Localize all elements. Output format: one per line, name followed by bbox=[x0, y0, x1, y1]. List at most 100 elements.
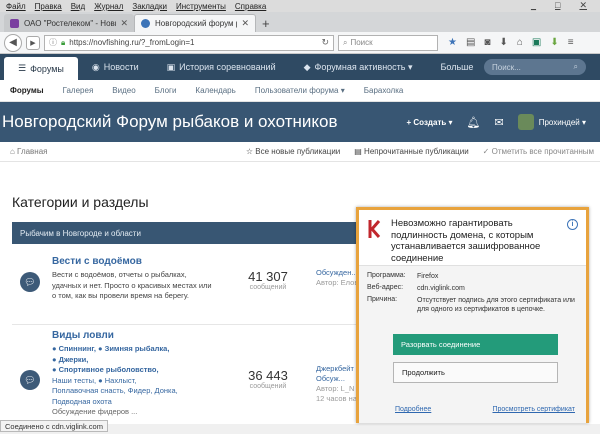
close-tab-icon[interactable]: ✕ bbox=[241, 18, 249, 29]
tab-novfishing[interactable]: Новгородский форум рыбак... ✕ bbox=[134, 14, 256, 32]
search-placeholder: Поиск bbox=[350, 38, 373, 47]
continue-button[interactable]: Продолжить bbox=[393, 362, 558, 383]
site-tab-activity[interactable]: ◆ Форумная активность ▾ bbox=[290, 54, 427, 80]
minimize-button[interactable]: _ bbox=[531, 0, 536, 11]
forums-icon: ☰ bbox=[18, 63, 27, 73]
tab-rostelecom[interactable]: ОАО "Ростелеком" - Новгор... ✕ bbox=[4, 14, 134, 32]
menu-view[interactable]: Вид bbox=[71, 2, 85, 11]
subforum-line[interactable]: Подводная охота bbox=[52, 397, 222, 408]
site-tab-label: История соревнований bbox=[179, 62, 276, 72]
url-text[interactable]: https://novfishing.ru/?_fromLogin=1 bbox=[69, 38, 317, 47]
bookmarks-list-icon[interactable]: ▤ bbox=[466, 37, 475, 48]
subforum-line[interactable]: Обсуждение фидеров ... bbox=[52, 407, 222, 418]
bookmark-star-icon[interactable]: ★ bbox=[448, 37, 457, 48]
sub-navigation: Форумы Галерея Видео Блоги Календарь Пол… bbox=[0, 80, 600, 102]
site-tab-news[interactable]: ◉ Новости bbox=[78, 54, 153, 80]
maximize-button[interactable]: □ bbox=[555, 0, 560, 11]
breadcrumb-actions: ☆ Все новые публикации ▤ Непрочитанные п… bbox=[246, 147, 594, 156]
subnav-market[interactable]: Барахолка bbox=[364, 86, 404, 95]
menu-bookmarks[interactable]: Закладки bbox=[132, 2, 167, 11]
window-controls: _ □ ✕ bbox=[531, 0, 596, 11]
forum-title[interactable]: Вести с водоёмов bbox=[52, 256, 142, 267]
menu-help[interactable]: Справка bbox=[235, 2, 266, 11]
subnav-calendar[interactable]: Календарь bbox=[195, 86, 235, 95]
site-header: Новгородский Форум рыбаков и охотников +… bbox=[0, 102, 600, 142]
info-icon[interactable]: ⓘ bbox=[49, 37, 57, 48]
header-actions: + Создать ▾ 🔔︎ ✉ Прохиндей ▾ bbox=[407, 102, 586, 142]
new-posts-link[interactable]: ☆ Все новые публикации bbox=[246, 147, 340, 156]
post-count-label: сообщений bbox=[249, 284, 287, 291]
detail-value: Firefox bbox=[417, 273, 439, 280]
subnav-forums[interactable]: Форумы bbox=[10, 86, 44, 95]
download-icon[interactable]: ⬇ bbox=[499, 37, 507, 48]
messages-envelope-icon[interactable]: ✉ bbox=[495, 116, 504, 129]
search-input[interactable]: ⌕ Поиск bbox=[338, 34, 438, 51]
kaspersky-icon[interactable]: ▣ bbox=[532, 37, 541, 48]
close-window-button[interactable]: ✕ bbox=[579, 0, 587, 11]
site-tab-label: Форумы bbox=[30, 63, 64, 74]
close-tab-icon[interactable]: ✕ bbox=[120, 18, 128, 29]
site-tab-history[interactable]: ▣ История соревнований bbox=[153, 54, 290, 80]
view-certificate-link[interactable]: Просмотреть сертификат bbox=[492, 406, 575, 413]
dialog-header: Невозможно гарантировать подлинность дом… bbox=[359, 210, 586, 265]
more-info-link[interactable]: Подробнее bbox=[395, 406, 431, 413]
subforum-line[interactable]: Наши тесты, ● Нахлыст, bbox=[52, 376, 222, 387]
site-tab-label: Больше bbox=[440, 62, 474, 72]
lock-icon[interactable]: 🔒︎ bbox=[61, 38, 65, 48]
unread-posts-link[interactable]: ▤ Непрочитанные публикации bbox=[354, 147, 468, 156]
post-count-label: сообщений bbox=[249, 383, 287, 390]
kaspersky-logo-icon bbox=[368, 220, 381, 238]
forward-button[interactable]: ▶ bbox=[26, 35, 40, 50]
site-tab-more[interactable]: Больше bbox=[427, 54, 488, 80]
site-title[interactable]: Новгородский Форум рыбаков и охотников bbox=[2, 112, 337, 132]
subnav-gallery[interactable]: Галерея bbox=[63, 86, 94, 95]
forum-title[interactable]: Виды ловли bbox=[52, 330, 114, 341]
detail-key: Причина: bbox=[367, 296, 398, 303]
toolbar-icons: ★ ▤ ◙ ⬇ ⌂ ▣ ⬇ ≡ bbox=[448, 37, 574, 48]
subnav-blogs[interactable]: Блоги bbox=[155, 86, 177, 95]
addon-icon[interactable]: ⬇ bbox=[550, 37, 558, 48]
back-button[interactable]: ◀ bbox=[4, 33, 22, 52]
star-icon: ☆ bbox=[245, 147, 256, 156]
news-icon: ◉ bbox=[91, 61, 100, 72]
user-menu[interactable]: Прохиндей ▾ bbox=[517, 114, 586, 130]
breadcrumb: ⌂ Главная ☆ Все новые публикации ▤ Непро… bbox=[0, 142, 600, 162]
disconnect-button[interactable]: Разорвать соединение bbox=[393, 334, 558, 355]
activity-icon: ◆ bbox=[303, 61, 311, 72]
tab-bar: ОАО "Ростелеком" - Новгор... ✕ Новгородс… bbox=[0, 12, 600, 32]
mark-all-read-link[interactable]: ✓ Отметить все прочитанным bbox=[483, 147, 594, 156]
detail-row-program: Программа: Firefox bbox=[367, 272, 577, 281]
url-bar[interactable]: ⓘ 🔒︎ https://novfishing.ru/?_fromLogin=1… bbox=[44, 34, 334, 51]
subnav-users[interactable]: Пользователи форума ▾ bbox=[255, 86, 345, 95]
site-tab-forums[interactable]: ☰ Форумы bbox=[4, 57, 78, 80]
forum-favicon-icon bbox=[141, 19, 150, 28]
site-tab-label: Новости bbox=[103, 62, 139, 72]
tab-title: ОАО "Ростелеком" - Новгор... bbox=[24, 18, 117, 28]
page-title: Категории и разделы bbox=[12, 194, 149, 210]
pocket-icon[interactable]: ◙ bbox=[484, 37, 490, 48]
menu-edit[interactable]: Правка bbox=[35, 2, 62, 11]
subforum-line[interactable]: ● Джерки, bbox=[52, 355, 222, 366]
menu-file[interactable]: Файл bbox=[6, 2, 26, 11]
info-icon[interactable]: i bbox=[567, 219, 578, 230]
home-icon[interactable]: ⌂ bbox=[517, 37, 523, 48]
subforum-line[interactable]: Поплавочная снасть, Фидер, Донка, bbox=[52, 386, 222, 397]
subforum-line[interactable]: ● Спортивное рыболовство, bbox=[52, 365, 222, 376]
menu-icon[interactable]: ≡ bbox=[568, 37, 574, 48]
check-icon: ✓ bbox=[482, 147, 492, 156]
notifications-bell-icon[interactable]: 🔔︎ bbox=[467, 116, 481, 129]
site-search-input[interactable]: Поиск... ⌕ bbox=[484, 59, 586, 75]
kaspersky-warning-dialog: Невозможно гарантировать подлинность дом… bbox=[356, 207, 589, 423]
menu-tools[interactable]: Инструменты bbox=[176, 2, 226, 11]
post-count: 41 307 сообщений bbox=[246, 269, 290, 291]
new-tab-button[interactable]: + bbox=[262, 16, 270, 31]
subnav-video[interactable]: Видео bbox=[112, 86, 135, 95]
history-icon: ▣ bbox=[166, 61, 176, 72]
breadcrumb-home[interactable]: ⌂ Главная bbox=[10, 147, 48, 156]
menu-history[interactable]: Журнал bbox=[94, 2, 123, 11]
create-button[interactable]: + Создать ▾ bbox=[407, 118, 453, 127]
forum-row: 💬︎ Вести с водоёмов Вести с водоёмов, от… bbox=[12, 250, 372, 320]
reload-icon[interactable]: ↻ bbox=[321, 37, 329, 48]
subforum-line[interactable]: ● Спиннинг, ● Зимняя рыбалка, bbox=[52, 344, 222, 355]
status-tooltip: Соединено с cdn.viglink.com bbox=[0, 420, 108, 432]
